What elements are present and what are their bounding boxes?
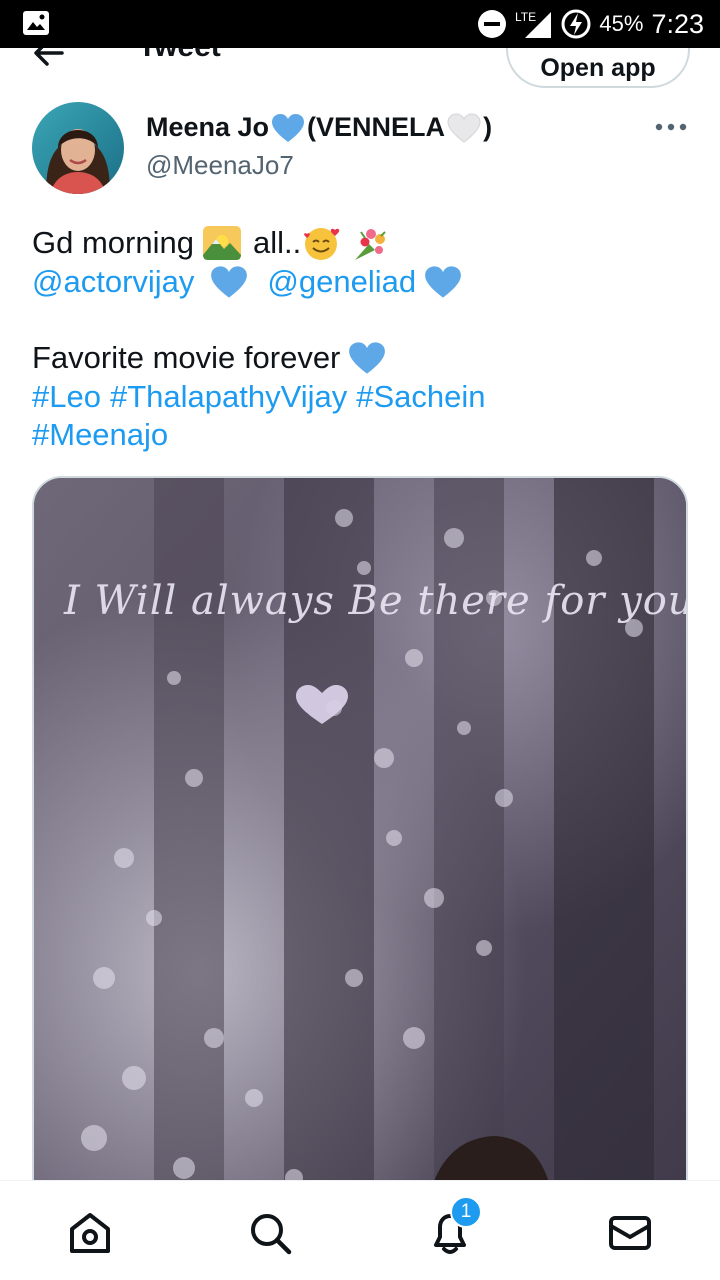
tweet-line-3: Favorite movie forever [32, 339, 692, 378]
open-app-button[interactable]: Open app [506, 48, 690, 88]
blue-heart-icon [425, 266, 461, 298]
page-title: Tweet [138, 48, 221, 64]
notification-count-badge: 1 [450, 1196, 482, 1228]
author-name-part1: Meena Jo [146, 112, 270, 142]
blue-heart-icon [272, 113, 305, 142]
image-icon [23, 11, 49, 35]
author-handle[interactable]: @MeenaJo7 [146, 150, 294, 181]
battery-charging-icon [561, 9, 591, 39]
greeting-text: Gd morning [32, 225, 194, 260]
sunrise-over-mountains-icon [202, 226, 241, 261]
white-heart-icon [447, 112, 481, 143]
author-display-name[interactable]: Meena Jo (VENNELA ) [146, 112, 492, 143]
dnd-icon [478, 10, 507, 38]
hashtag-sachein[interactable]: #Sachein [356, 378, 485, 417]
search-icon[interactable] [246, 1209, 294, 1257]
blue-heart-icon [349, 342, 386, 374]
tweet-text: Gd morning all.. @actorvijay @geneliad F… [32, 224, 692, 455]
network-type: LTE [515, 10, 536, 24]
mention-geneliad[interactable]: @geneliad [267, 263, 416, 302]
avatar[interactable] [32, 102, 124, 194]
more-options-icon[interactable] [654, 120, 688, 134]
home-icon[interactable] [66, 1209, 114, 1257]
favorite-text: Favorite movie forever [32, 340, 341, 375]
all-text: all.. [252, 225, 302, 260]
smiling-face-with-hearts-icon [304, 228, 340, 261]
back-arrow-icon[interactable] [32, 48, 66, 70]
tweet-line-4: #Leo #ThalapathyVijay #Sachein [32, 378, 692, 417]
messages-icon[interactable] [606, 1209, 654, 1257]
bottom-nav [0, 1180, 720, 1280]
tweet-line-5: #Meenajo [32, 416, 692, 455]
hashtag-leo[interactable]: #Leo [32, 378, 101, 417]
mention-actorvijay[interactable]: @actorvijay [32, 263, 194, 302]
status-bar: LTE 45% 7:23 [0, 0, 720, 48]
bouquet-icon [355, 229, 386, 261]
tweet-media-image[interactable]: I Will always Be there for you.. [32, 476, 688, 1236]
author-name-part2: (VENNELA [307, 112, 446, 142]
tweet-line-1: Gd morning all.. [32, 224, 692, 263]
hashtag-meenajo[interactable]: #Meenajo [32, 416, 168, 455]
signal-icon: LTE [515, 10, 552, 38]
author-name-part3: ) [483, 112, 493, 142]
battery-percent: 45% [599, 11, 644, 36]
media-caption-text: I Will always Be there for you.. [64, 578, 688, 624]
top-nav: Tweet Open app [0, 48, 720, 88]
blue-heart-icon [211, 266, 248, 298]
hashtag-thalapathyvijay[interactable]: #ThalapathyVijay [110, 378, 347, 417]
tweet-line-2: @actorvijay @geneliad [32, 263, 692, 302]
clock: 7:23 [651, 8, 704, 39]
